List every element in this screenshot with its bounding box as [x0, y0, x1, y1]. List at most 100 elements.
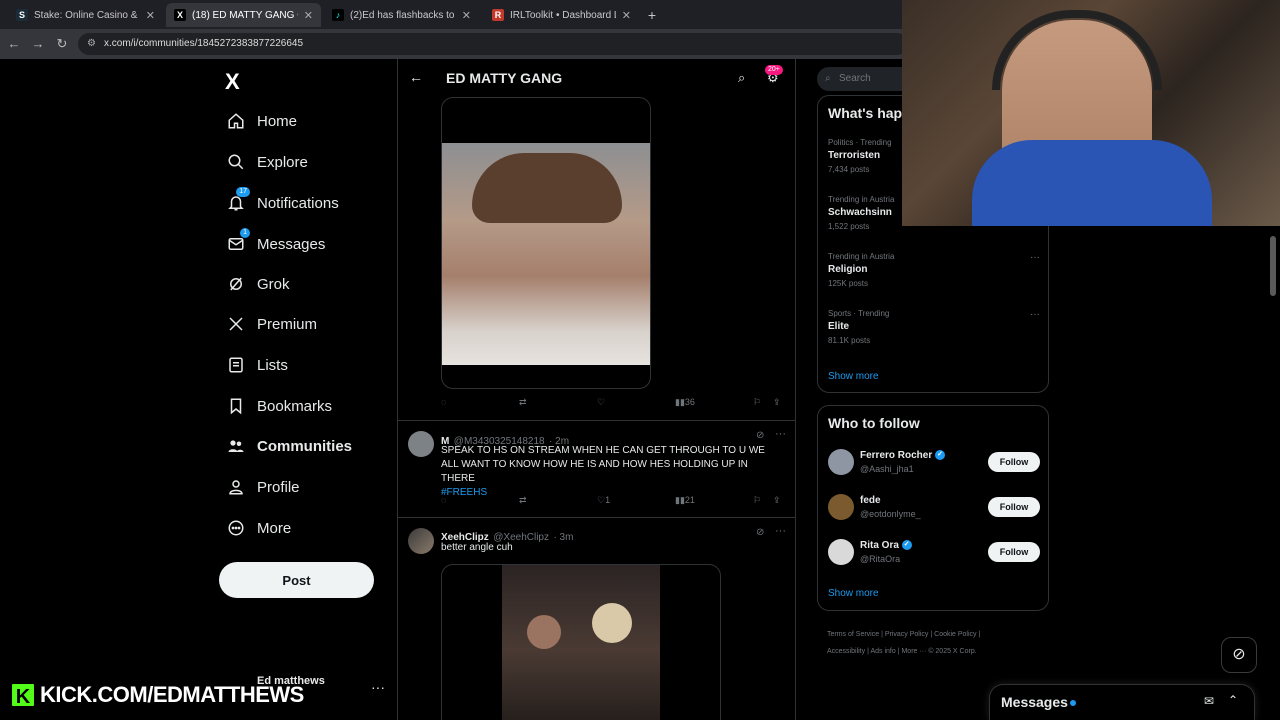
- bookmark-icon[interactable]: ⚐: [753, 397, 761, 408]
- chevron-up-icon[interactable]: ⌃: [1228, 693, 1238, 707]
- share-icon[interactable]: ⇪: [773, 397, 781, 408]
- tweet[interactable]: XeehClipz @XeehClipz · 3m ⊘ ··· better a…: [398, 517, 795, 720]
- tweet-video[interactable]: [441, 564, 721, 720]
- new-tab-plus-icon[interactable]: +: [642, 3, 662, 27]
- browser-tab-irltoolkit[interactable]: R IRLToolkit • Dashboard Login ✕: [484, 3, 639, 27]
- verified-icon: ✓: [935, 450, 946, 461]
- nav-label: More: [257, 519, 292, 537]
- site-info-icon[interactable]: ⚙: [87, 33, 96, 55]
- nav-more[interactable]: More: [225, 510, 291, 546]
- nav-communities[interactable]: Communities: [225, 428, 352, 464]
- avatar[interactable]: [828, 449, 854, 475]
- like-count[interactable]: ♡ 1: [597, 495, 610, 506]
- follow-button[interactable]: Follow: [988, 497, 1040, 517]
- nav-messages[interactable]: 1 Messages: [225, 226, 325, 262]
- more-link[interactable]: More ···: [901, 648, 926, 655]
- nav-home[interactable]: Home: [225, 103, 297, 139]
- nav-notifications[interactable]: 17 Notifications: [225, 185, 339, 221]
- grok-icon[interactable]: ⊘: [756, 527, 764, 538]
- kick-channel-text: KICK.COM/EDMATTHEWS: [39, 681, 306, 709]
- show-more-link[interactable]: Show more: [828, 371, 879, 382]
- tab-close-icon[interactable]: ✕: [462, 9, 471, 22]
- grok-floating-button[interactable]: ⊘: [1221, 637, 1257, 673]
- share-icon[interactable]: ⇪: [773, 495, 781, 506]
- show-more-link[interactable]: Show more: [828, 588, 879, 599]
- x-logo-icon[interactable]: X: [225, 69, 240, 95]
- accessibility-link[interactable]: Accessibility: [827, 648, 865, 655]
- nav-bookmarks[interactable]: Bookmarks: [225, 388, 332, 424]
- post-button[interactable]: Post: [219, 562, 374, 598]
- list-icon: [225, 354, 247, 376]
- reply-icon[interactable]: ◌: [441, 495, 446, 505]
- nav-premium[interactable]: Premium: [225, 306, 317, 342]
- avatar[interactable]: [408, 431, 434, 457]
- nav-lists[interactable]: Lists: [225, 347, 288, 383]
- nav-grok[interactable]: Grok: [225, 266, 290, 302]
- tab-close-icon[interactable]: ✕: [622, 9, 631, 22]
- tab-close-icon[interactable]: ✕: [304, 9, 313, 22]
- scrollbar[interactable]: [1270, 236, 1276, 296]
- reply-icon[interactable]: ◌: [441, 397, 446, 407]
- search-icon[interactable]: ⌕: [738, 70, 745, 86]
- views-count[interactable]: ▮▮ 36: [675, 397, 695, 408]
- follow-button[interactable]: Follow: [988, 452, 1040, 472]
- verified-icon: ✓: [901, 540, 912, 551]
- trend-more-icon[interactable]: ···: [1030, 252, 1040, 263]
- follow-suggestion[interactable]: fede @eotdonlyme_ Follow: [828, 491, 1040, 525]
- views-count[interactable]: ▮▮ 21: [675, 495, 695, 506]
- follow-suggestion[interactable]: Rita Ora ✓ @RitaOra Follow: [828, 536, 1040, 570]
- browser-tab-tiktok[interactable]: ♪ (2)Ed has flashbacks to the pac ✕: [324, 3, 479, 27]
- back-arrow-icon[interactable]: ←: [5, 35, 23, 53]
- url-field[interactable]: ⚙ x.com/i/communities/184527238387722664…: [78, 33, 908, 55]
- compose-message-icon[interactable]: ✉: [1204, 694, 1214, 708]
- browser-tab-stake[interactable]: S Stake: Online Casino & Sports B ✕: [8, 3, 163, 27]
- trend-item[interactable]: Trending in Austria Religion 125K posts …: [828, 252, 1040, 288]
- whats-happening-title: What's hap: [828, 105, 903, 121]
- footer-links: Terms of Service | Privacy Policy | Cook…: [827, 631, 981, 655]
- tweet-video[interactable]: [441, 97, 651, 389]
- trend-name: Religion: [828, 264, 868, 275]
- community-feed: ← ED MATTY GANG ⌕ ⚙ 20+ ◌ ⇄ ♡ ▮▮ 36 ⚐ ⇪ …: [397, 59, 796, 720]
- avatar[interactable]: [828, 494, 854, 520]
- more-icon[interactable]: ···: [775, 428, 786, 440]
- tab-close-icon[interactable]: ✕: [146, 9, 155, 22]
- terms-link[interactable]: Terms of Service: [827, 631, 879, 638]
- search-icon: ⌕: [825, 73, 831, 84]
- bookmark-icon[interactable]: ⚐: [753, 495, 761, 506]
- who-to-follow-panel: Who to follow Ferrero Rocher ✓ @Aashi_jh…: [817, 405, 1049, 611]
- grok-icon[interactable]: ⊘: [756, 430, 764, 441]
- trend-more-icon[interactable]: ···: [1030, 309, 1040, 320]
- headphones-icon: [992, 10, 1162, 90]
- nav-explore[interactable]: Explore: [225, 144, 308, 180]
- ads-link[interactable]: Ads info: [870, 648, 895, 655]
- nav-profile[interactable]: Profile: [225, 469, 300, 505]
- messages-dock[interactable]: Messages ✉ ⌃: [989, 684, 1255, 720]
- repost-icon[interactable]: ⇄: [519, 495, 527, 506]
- follow-button[interactable]: Follow: [988, 542, 1040, 562]
- privacy-link[interactable]: Privacy Policy: [885, 631, 929, 638]
- trend-item[interactable]: Sports · Trending Elite 81.1K posts ···: [828, 309, 1040, 345]
- reload-icon[interactable]: ↻: [53, 35, 71, 53]
- follow-suggestion[interactable]: Ferrero Rocher ✓ @Aashi_jha1 Follow: [828, 446, 1040, 480]
- cookie-link[interactable]: Cookie Policy: [934, 631, 976, 638]
- more-icon[interactable]: ···: [775, 525, 786, 537]
- feed-header: ← ED MATTY GANG ⌕ ⚙ 20+: [398, 59, 795, 97]
- like-icon[interactable]: ♡: [597, 397, 605, 408]
- forward-arrow-icon[interactable]: →: [29, 35, 47, 53]
- back-arrow-icon[interactable]: ←: [409, 69, 423, 85]
- repost-icon[interactable]: ⇄: [519, 397, 527, 408]
- webcam-hoodie: [972, 140, 1212, 226]
- video-figure: [527, 615, 561, 649]
- left-sidebar: X Home Explore 17 Notifications 1 Messag…: [215, 59, 397, 720]
- account-more-icon[interactable]: ···: [371, 679, 385, 695]
- browser-tab-x-community[interactable]: X (18) ED MATTY GANG Commu ✕: [166, 3, 321, 27]
- follow-name: Ferrero Rocher ✓: [860, 450, 946, 461]
- tweet-actions: ◌ ⇄ ♡ ▮▮ 36 ⚐ ⇪: [441, 397, 785, 411]
- follow-handle: @RitaOra: [860, 554, 901, 564]
- nav-label: Lists: [257, 356, 288, 374]
- avatar[interactable]: [408, 528, 434, 554]
- nav-label: Notifications: [257, 194, 339, 212]
- tab-title: Stake: Online Casino & Sports B: [34, 9, 140, 21]
- nav-label: Explore: [257, 153, 308, 171]
- avatar[interactable]: [828, 539, 854, 565]
